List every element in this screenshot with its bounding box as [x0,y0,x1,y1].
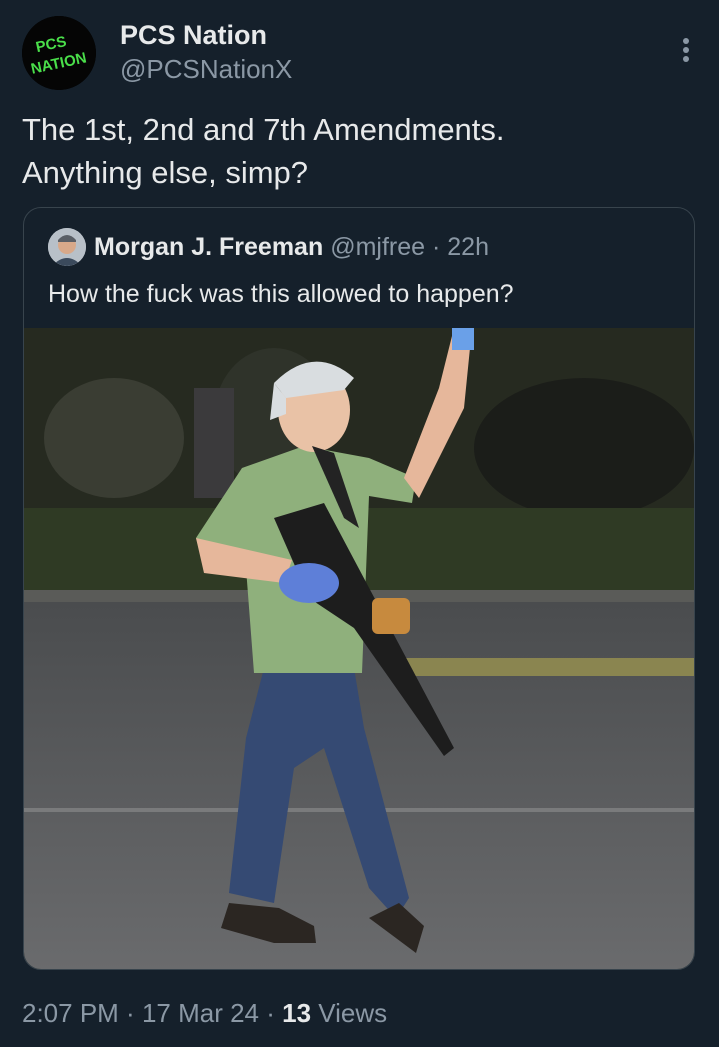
footer-separator: · [259,998,283,1028]
quoted-author-handle[interactable]: @mjfree [330,233,425,261]
tweet-time[interactable]: 2:07 PM [22,998,119,1028]
quoted-meta: Morgan J. Freeman @mjfree · 22h [94,233,489,262]
user-photo-icon [48,228,86,266]
separator-dot: · [431,233,441,261]
street-photo [24,328,694,969]
quoted-tweet-text: How the fuck was this allowed to happen? [48,280,514,308]
pcs-nation-logo: PCS NATION [22,16,96,90]
author-name[interactable]: PCS Nation [120,20,267,51]
quoted-author-avatar[interactable] [48,228,86,266]
quoted-tweet-header: Morgan J. Freeman @mjfree · 22h [48,228,684,268]
quoted-time[interactable]: 22h [447,233,489,261]
more-vertical-icon [683,38,689,62]
views-count: 13 [282,998,312,1028]
author-avatar[interactable]: PCS NATION [22,16,96,90]
tweet-header: PCS NATION PCS Nation @PCSNationX [22,16,699,96]
tweet-text: The 1st, 2nd and 7th Amendments. Anythin… [22,112,505,190]
tweet-date[interactable]: 17 Mar 24 [142,998,259,1028]
author-handle[interactable]: @PCSNationX [120,54,292,85]
tweet-footer: 2:07 PM · 17 Mar 24 · 13 Views [22,998,387,1029]
quoted-tweet[interactable]: Morgan J. Freeman @mjfree · 22h How the … [23,207,695,970]
footer-separator: · [118,998,142,1028]
views-label: Views [311,998,388,1028]
quoted-media-image[interactable] [24,328,694,969]
more-options-button[interactable] [673,32,699,68]
quoted-author-name[interactable]: Morgan J. Freeman [94,233,323,261]
